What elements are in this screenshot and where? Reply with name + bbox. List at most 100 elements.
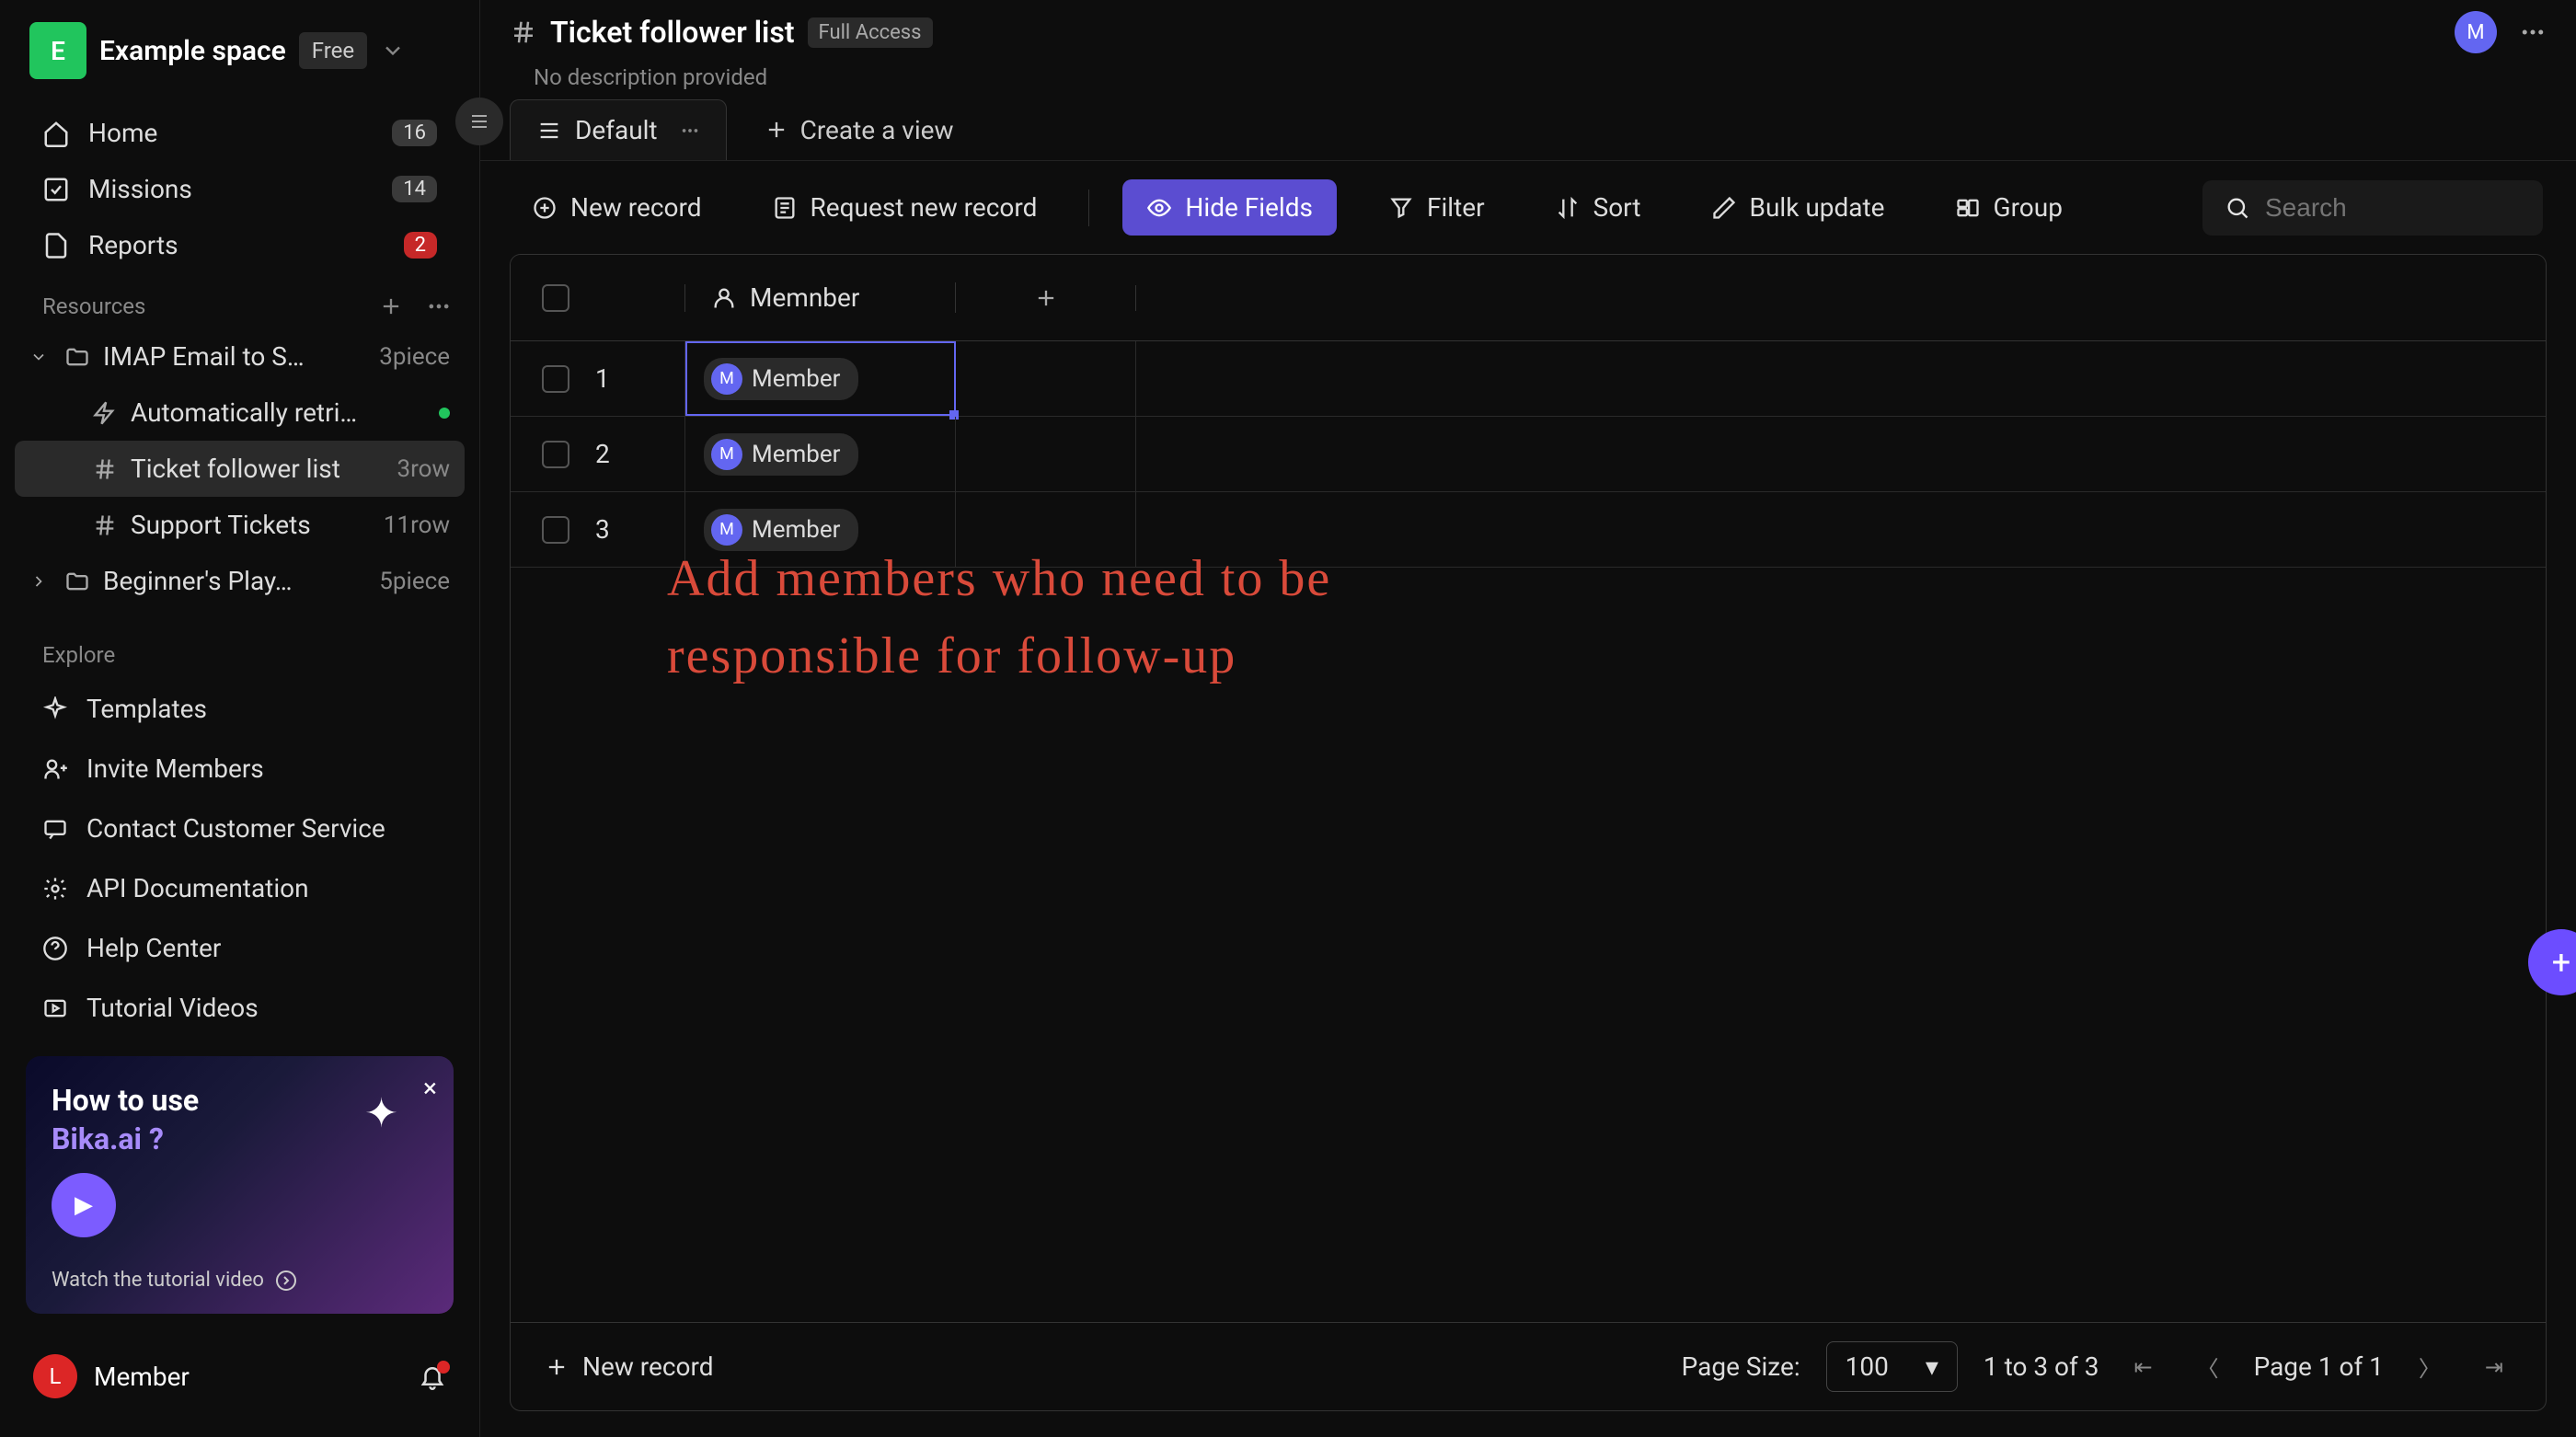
workspace-avatar: E	[29, 22, 86, 79]
nav-tutorial[interactable]: Tutorial Videos	[15, 978, 465, 1038]
user-plus-icon	[42, 756, 68, 782]
file-icon	[42, 232, 70, 259]
create-view-button[interactable]: Create a view	[745, 100, 972, 160]
close-icon[interactable]: ×	[423, 1073, 437, 1103]
form-icon	[772, 195, 798, 221]
cell-member[interactable]: M Member	[685, 417, 956, 491]
notification-dot-icon	[437, 1361, 450, 1374]
workspace-switcher[interactable]: E Example space Free	[0, 0, 479, 101]
member-pill[interactable]: M Member	[704, 433, 858, 476]
list-icon	[536, 118, 562, 144]
hash-icon	[92, 512, 118, 538]
nav-help[interactable]: Help Center	[15, 918, 465, 978]
chevron-right-icon[interactable]	[29, 572, 52, 591]
last-page-button[interactable]: ⇥	[2476, 1354, 2513, 1380]
column-header-member[interactable]: Memnber	[685, 282, 956, 313]
nav-invite[interactable]: Invite Members	[15, 739, 465, 799]
gear-icon	[42, 876, 68, 902]
promo-card[interactable]: × How to use Bika.ai ? ✦ ▶ Watch the tut…	[26, 1056, 454, 1314]
filter-button[interactable]: Filter	[1370, 179, 1503, 236]
add-column-button[interactable]	[956, 285, 1136, 311]
tree-label: Support Tickets	[131, 510, 311, 540]
count-badge: 16	[392, 120, 437, 146]
toolbar: New record Request new record Hide Field…	[480, 161, 2576, 254]
nav-label: Home	[88, 118, 157, 148]
first-page-button[interactable]: ⇤	[2124, 1354, 2161, 1380]
row-checkbox[interactable]	[542, 516, 569, 544]
current-user-avatar[interactable]: M	[2455, 11, 2497, 53]
tree-ticket-followers[interactable]: Ticket follower list 3row	[15, 441, 465, 497]
more-icon[interactable]	[680, 121, 700, 141]
promo-footer[interactable]: Watch the tutorial video	[52, 1269, 297, 1292]
eye-icon	[1146, 195, 1172, 221]
user-footer: L Member	[0, 1332, 479, 1420]
hide-fields-button[interactable]: Hide Fields	[1122, 179, 1337, 236]
plus-circle-icon	[532, 195, 558, 221]
table-row[interactable]: 1 M Member	[511, 341, 2546, 417]
prev-page-button[interactable]: 〈	[2188, 1351, 2228, 1383]
member-name: Member	[752, 441, 840, 468]
footer-new-record-button[interactable]: New record	[544, 1351, 714, 1382]
explore-label: Contact Customer Service	[86, 813, 385, 844]
plus-icon	[544, 1354, 569, 1380]
user-icon	[711, 285, 737, 311]
explore-header: Explore	[15, 631, 465, 679]
member-pill[interactable]: M Member	[704, 358, 858, 400]
plus-icon	[764, 117, 789, 143]
play-button[interactable]: ▶	[52, 1173, 116, 1237]
tree-support-tickets[interactable]: Support Tickets 11row	[15, 497, 465, 553]
explore-label: Invite Members	[86, 753, 264, 784]
tree-label: IMAP Email to S…	[103, 341, 305, 372]
count-badge: 14	[392, 176, 437, 202]
nav-api[interactable]: API Documentation	[15, 858, 465, 918]
nav-home[interactable]: Home 16	[15, 105, 465, 161]
grid-body: 1 M Member 2	[511, 341, 2546, 568]
tree-automation[interactable]: Automatically retriev…	[15, 385, 465, 441]
empty-cell[interactable]	[956, 341, 1136, 416]
plus-icon[interactable]	[378, 293, 404, 319]
page-size-select[interactable]: 100 ▾	[1826, 1341, 1958, 1392]
user-avatar[interactable]: L	[33, 1354, 77, 1398]
collapse-sidebar-button[interactable]	[455, 98, 503, 145]
more-icon[interactable]	[2519, 18, 2547, 46]
next-page-button[interactable]: 〉	[2409, 1351, 2450, 1383]
tree-folder-imap[interactable]: IMAP Email to S… 3piece	[15, 328, 465, 385]
nav-contact[interactable]: Contact Customer Service	[15, 799, 465, 858]
search-icon	[2225, 195, 2250, 221]
sort-button[interactable]: Sort	[1536, 179, 1660, 236]
explore-label: API Documentation	[86, 873, 309, 903]
request-record-button[interactable]: Request new record	[753, 179, 1056, 236]
grid-footer: New record Page Size: 100 ▾ 1 to 3 of 3 …	[511, 1322, 2546, 1410]
search-input[interactable]	[2265, 193, 2521, 223]
explore-label: Templates	[86, 694, 207, 724]
tree-folder-beginner[interactable]: Beginner's Play… 5piece	[15, 553, 465, 609]
row-checkbox[interactable]	[542, 441, 569, 468]
nav-label: Missions	[88, 174, 192, 204]
nav-templates[interactable]: Templates	[15, 679, 465, 739]
play-square-icon	[42, 995, 68, 1021]
member-name: Member	[752, 516, 840, 544]
select-all-checkbox[interactable]	[542, 284, 569, 312]
chevron-down-icon[interactable]	[29, 348, 52, 366]
empty-cell[interactable]	[956, 417, 1136, 491]
row-checkbox[interactable]	[542, 365, 569, 393]
nav-reports[interactable]: Reports 2	[15, 217, 465, 273]
tree-meta: 3row	[397, 455, 450, 483]
access-badge: Full Access	[808, 17, 933, 48]
view-tab-default[interactable]: Default	[510, 99, 727, 160]
arrow-right-icon	[275, 1270, 297, 1292]
views-tabs: Default Create a view	[480, 99, 2576, 161]
table-row[interactable]: 2 M Member	[511, 417, 2546, 492]
tree-label: Automatically retriev…	[131, 397, 370, 428]
bulk-update-button[interactable]: Bulk update	[1693, 179, 1903, 236]
new-record-button[interactable]: New record	[513, 179, 720, 236]
data-grid: Memnber 1 M Member	[510, 254, 2547, 1411]
nav-missions[interactable]: Missions 14	[15, 161, 465, 217]
folder-icon	[64, 344, 90, 370]
notifications-button[interactable]	[419, 1362, 446, 1390]
search-box[interactable]	[2202, 180, 2543, 236]
more-icon[interactable]	[426, 293, 452, 319]
cell-member[interactable]: M Member	[685, 341, 956, 416]
tree-label: Ticket follower list	[131, 454, 340, 484]
group-button[interactable]: Group	[1937, 179, 2081, 236]
